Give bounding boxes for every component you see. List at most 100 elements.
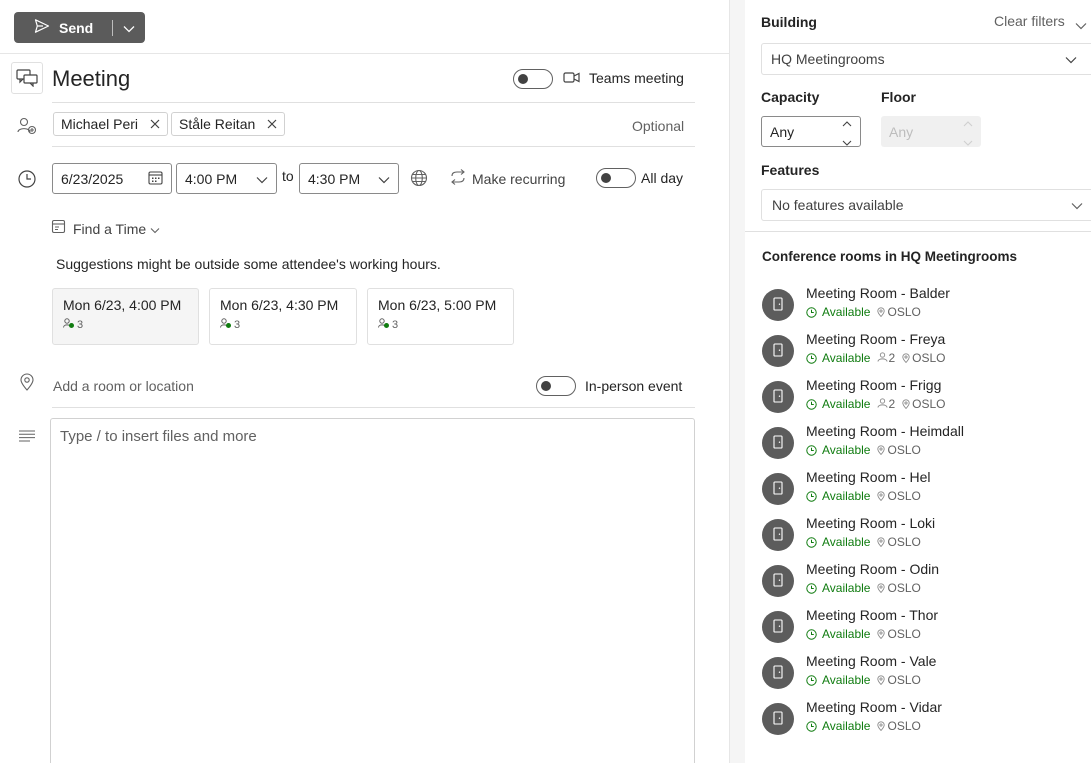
person-icon (877, 351, 888, 365)
time-suggestion[interactable]: Mon 6/23, 5:00 PM 3 (367, 288, 514, 345)
room-capacity-value: 2 (888, 351, 896, 365)
location-pin-icon (877, 675, 886, 685)
room-avatar (762, 289, 794, 321)
room-avatar (762, 565, 794, 597)
room-finder-pane: Building Clear filters HQ Meetingrooms C… (745, 0, 1091, 763)
send-button[interactable]: Send (14, 12, 145, 43)
end-time-select[interactable]: 4:30 PM (299, 163, 399, 194)
room-meta: Available 2 OSLO (806, 351, 946, 365)
suggestion-time: Mon 6/23, 5:00 PM (378, 297, 497, 313)
send-options-button[interactable] (113, 12, 145, 43)
chevron-down-icon[interactable] (842, 133, 852, 149)
location-pin-icon (877, 537, 886, 547)
teams-meeting-toggle[interactable] (513, 69, 553, 89)
time-suggestion[interactable]: Mon 6/23, 4:30 PM 3 (209, 288, 357, 345)
divider (52, 407, 695, 408)
close-icon[interactable] (150, 119, 160, 129)
find-a-time-label: Find a Time (73, 220, 147, 237)
location-input[interactable]: Add a room or location (53, 378, 194, 394)
attendee-chip[interactable]: Michael Peri (53, 112, 169, 136)
clear-filters-link[interactable]: Clear filters (994, 13, 1065, 29)
calendar-icon[interactable] (148, 170, 163, 188)
event-title-input[interactable]: Meeting (52, 66, 130, 92)
location-pin-icon (902, 353, 910, 363)
room-location: OSLO (877, 673, 921, 687)
room-location: OSLO (877, 535, 921, 549)
room-status: Available (822, 719, 871, 733)
room-status: Available (822, 443, 871, 457)
rooms-header: Conference rooms in HQ Meetingrooms (762, 249, 1018, 264)
room-list-item[interactable]: Meeting Room - Balder Available OSLO (762, 285, 1082, 331)
room-location: OSLO (902, 397, 946, 411)
location-pin-icon (877, 307, 886, 317)
room-location-value: OSLO (887, 581, 921, 595)
room-status: Available (822, 489, 871, 503)
optional-attendees-link[interactable]: Optional (632, 118, 684, 134)
room-avatar (762, 657, 794, 689)
all-day-label: All day (641, 170, 684, 186)
room-meta: Available OSLO (806, 673, 921, 687)
find-a-time-button[interactable]: Find a Time (51, 219, 160, 238)
room-name: Meeting Room - Freya (806, 331, 946, 347)
room-location: OSLO (877, 627, 921, 641)
room-list-item[interactable]: Meeting Room - Heimdall Available OSLO (762, 423, 1082, 469)
make-recurring-button[interactable]: Make recurring (449, 169, 565, 188)
door-icon (772, 296, 784, 314)
attendee-chip[interactable]: Ståle Reitan (171, 112, 286, 136)
room-list-item[interactable]: Meeting Room - Freya Available 2 OSLO (762, 331, 1082, 377)
room-avatar (762, 335, 794, 367)
capacity-stepper[interactable]: Any (761, 116, 861, 147)
floor-stepper[interactable]: Any (881, 116, 981, 147)
chevron-down-icon[interactable] (1075, 17, 1087, 33)
send-main-button[interactable]: Send (14, 12, 112, 43)
room-list-item[interactable]: Meeting Room - Odin Available OSLO (762, 561, 1082, 607)
room-status: Available (822, 673, 871, 687)
location-pin-icon (902, 399, 910, 409)
room-location-value: OSLO (887, 305, 921, 319)
chevron-up-icon (963, 114, 973, 130)
pane-separator (730, 0, 745, 763)
room-avatar (762, 473, 794, 505)
location-pin-icon (877, 721, 886, 731)
chevron-up-icon[interactable] (842, 114, 852, 130)
room-meta: Available OSLO (806, 535, 921, 549)
repeat-icon (449, 169, 467, 188)
in-person-label: In-person event (585, 378, 683, 394)
clock-icon (806, 490, 817, 502)
chevron-down-icon (1065, 51, 1077, 67)
room-location: OSLO (877, 719, 921, 733)
room-meta: Available OSLO (806, 489, 921, 503)
globe-icon[interactable] (410, 169, 428, 190)
room-meta: Available OSLO (806, 305, 921, 319)
close-icon[interactable] (267, 119, 277, 129)
location-pin-icon (877, 491, 886, 501)
capacity-label: Capacity (761, 89, 820, 105)
room-list-item[interactable]: Meeting Room - Vale Available OSLO (762, 653, 1082, 699)
room-status: Available (822, 397, 871, 411)
room-list-item[interactable]: Meeting Room - Loki Available OSLO (762, 515, 1082, 561)
room-capacity: 2 (877, 351, 895, 365)
event-type-icon[interactable] (11, 62, 43, 94)
features-select[interactable]: No features available (761, 189, 1091, 221)
room-meta: Available OSLO (806, 719, 921, 733)
room-list-item[interactable]: Meeting Room - Hel Available OSLO (762, 469, 1082, 515)
all-day-toggle[interactable] (596, 168, 636, 188)
building-select[interactable]: HQ Meetingrooms (761, 43, 1091, 75)
clock-icon (806, 582, 817, 594)
start-time-select[interactable]: 4:00 PM (176, 163, 277, 194)
room-list-item[interactable]: Meeting Room - Frigg Available 2 OSLO (762, 377, 1082, 423)
time-suggestion[interactable]: Mon 6/23, 4:00 PM 3 (52, 288, 199, 345)
room-location: OSLO (877, 581, 921, 595)
door-icon (772, 710, 784, 728)
location-pin-icon (877, 629, 886, 639)
attendees-available-icon (220, 318, 232, 332)
start-date-field[interactable]: 6/23/2025 (52, 163, 172, 194)
message-body-editor[interactable]: Type / to insert files and more (50, 418, 695, 763)
room-list-item[interactable]: Meeting Room - Vidar Available OSLO (762, 699, 1082, 745)
clock-icon (806, 628, 817, 640)
in-person-toggle[interactable] (536, 376, 576, 396)
video-camera-icon (563, 71, 580, 87)
room-location-value: OSLO (887, 535, 921, 549)
room-list-item[interactable]: Meeting Room - Thor Available OSLO (762, 607, 1082, 653)
clock-icon (17, 169, 37, 192)
